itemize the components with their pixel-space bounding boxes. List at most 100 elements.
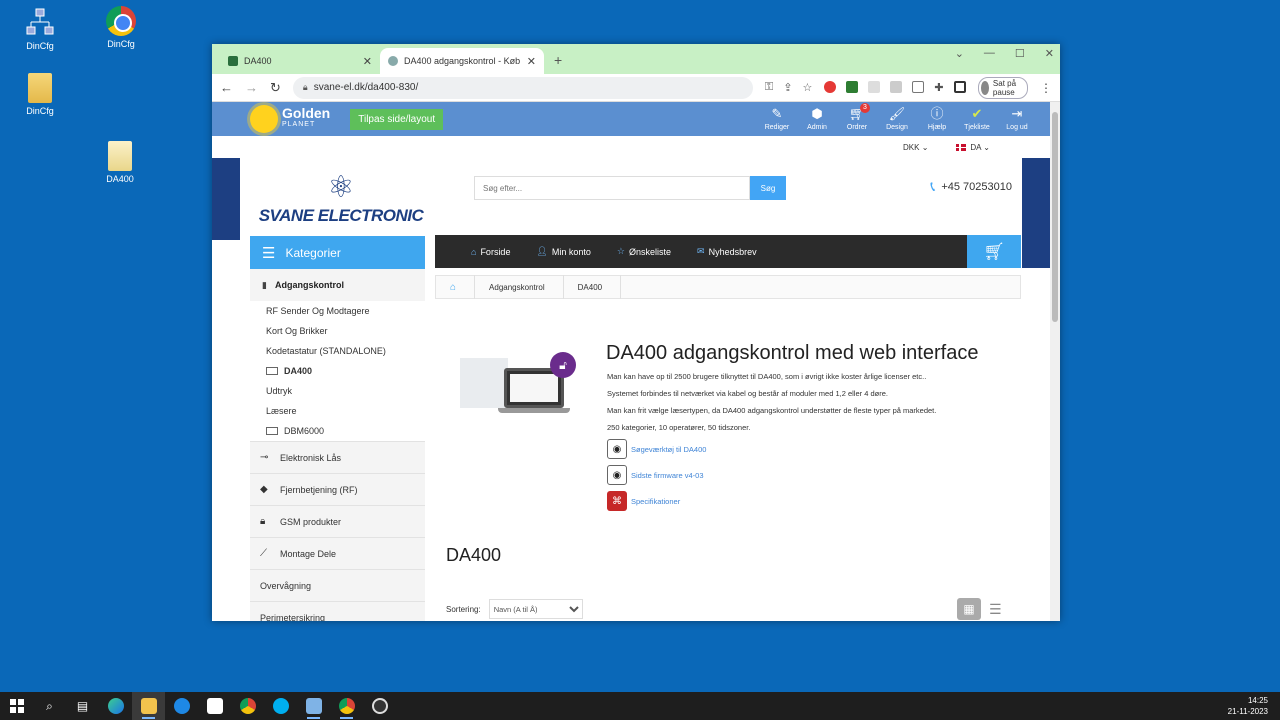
file-icon bbox=[108, 141, 132, 171]
sidepanel-icon[interactable] bbox=[953, 81, 966, 93]
omnibox[interactable]: 🔒︎ svane-el.dk/da400-830/ bbox=[292, 76, 753, 99]
search-icon[interactable]: ⌕ bbox=[33, 692, 66, 720]
category-perimetersikring[interactable]: Perimetersikring bbox=[250, 601, 425, 621]
search-button[interactable]: Søg bbox=[750, 176, 786, 200]
nav-min-konto[interactable]: 👤︎ Min konto bbox=[536, 246, 590, 257]
tab-search-icon[interactable]: ⌄ bbox=[955, 47, 964, 60]
s-extension-icon[interactable] bbox=[846, 81, 859, 93]
download-specifications[interactable]: ⌘ Specifikationer bbox=[607, 491, 680, 511]
admin-tool-design[interactable]: 🖌︎ Design bbox=[884, 104, 910, 131]
category-adgangskontrol[interactable]: ▮ Adgangskontrol bbox=[250, 269, 425, 301]
maximize-icon[interactable]: ☐ bbox=[1015, 47, 1025, 60]
search-input[interactable] bbox=[474, 176, 750, 200]
desktop-icon-da400[interactable]: DA400 bbox=[90, 141, 150, 184]
category-fjernbetjening[interactable]: ◆ Fjernbetjening (RF) bbox=[250, 473, 425, 505]
subcategory-da400[interactable]: DA400 bbox=[250, 361, 425, 381]
cart-button[interactable]: 🛒︎ bbox=[967, 235, 1021, 268]
bookmark-star-icon[interactable]: ☆ bbox=[803, 81, 813, 94]
subcategory-laesere[interactable]: Læsere bbox=[250, 401, 425, 421]
screenshot-extension-icon[interactable] bbox=[890, 81, 903, 93]
scrollbar-thumb[interactable] bbox=[1052, 112, 1058, 322]
system-clock[interactable]: 14:25 21-11-2023 bbox=[1228, 695, 1268, 717]
puzzle-icon[interactable]: ✚ bbox=[934, 81, 943, 94]
chrome-taskbar-icon[interactable] bbox=[231, 692, 264, 720]
app-icon[interactable] bbox=[165, 692, 198, 720]
phone-contact[interactable]: 📞︎ +45 70253010 bbox=[930, 178, 1012, 195]
breadcrumb-item[interactable]: Adgangskontrol bbox=[475, 275, 564, 299]
new-tab-icon[interactable]: + bbox=[554, 52, 562, 68]
language-selector[interactable]: DA ⌄ bbox=[956, 143, 990, 152]
download-firmware[interactable]: ◉ Sidste firmware v4-03 bbox=[607, 465, 704, 485]
cube-icon: ⬢ bbox=[811, 106, 823, 121]
forward-icon[interactable]: → bbox=[245, 80, 258, 95]
lock-icon[interactable]: 🔒︎ bbox=[303, 82, 308, 93]
description-line: Man kan have op til 2500 brugere tilknyt… bbox=[607, 372, 927, 381]
network-config-icon[interactable] bbox=[297, 692, 330, 720]
nav-label: Nyhedsbrev bbox=[708, 246, 757, 257]
device-thumb-icon bbox=[266, 367, 278, 375]
store-icon[interactable] bbox=[198, 692, 231, 720]
reload-icon[interactable]: ↻ bbox=[270, 80, 281, 96]
desktop-icon-dincfg-network[interactable]: DinCfg bbox=[10, 6, 70, 51]
admin-tool-orders[interactable]: 🛒︎ 3 Ordrer bbox=[844, 103, 870, 131]
nav-label: Forside bbox=[480, 246, 511, 257]
breadcrumb-home[interactable]: ⌂ bbox=[436, 275, 476, 299]
download-search-tool[interactable]: ◉ Søgeværktøj til DA400 bbox=[607, 439, 706, 459]
list-view-icon[interactable]: ☰ bbox=[989, 601, 1002, 618]
desktop-icon-dincfg-chrome[interactable]: DinCfg bbox=[91, 6, 151, 49]
category-list: ▮ Adgangskontrol RF Sender Og Modtagere … bbox=[250, 269, 425, 621]
admin-tool-edit[interactable]: ✎ Rediger bbox=[764, 104, 790, 131]
close-tab-icon[interactable]: ✕ bbox=[363, 55, 372, 68]
subcategory-kodetastatur[interactable]: Kodetastatur (STANDALONE) bbox=[250, 341, 425, 361]
subcategory-udtryk[interactable]: Udtryk bbox=[250, 381, 425, 401]
grid-view-icon[interactable]: ▦ bbox=[957, 598, 981, 620]
category-label: Perimetersikring bbox=[260, 612, 326, 622]
task-view-icon[interactable]: ▤ bbox=[66, 692, 99, 720]
category-overvaagning[interactable]: Overvågning bbox=[250, 569, 425, 601]
golden-planet-logo[interactable]: Golden PLANET bbox=[250, 105, 330, 133]
start-icon[interactable] bbox=[0, 692, 33, 720]
subcategory-kort[interactable]: Kort Og Brikker bbox=[250, 321, 425, 341]
page-extension-icon[interactable] bbox=[912, 81, 925, 93]
currency-selector[interactable]: DKK ⌄ bbox=[903, 143, 928, 152]
subcategory-label: Kodetastatur (STANDALONE) bbox=[266, 346, 386, 356]
close-window-icon[interactable]: ✕ bbox=[1045, 47, 1054, 60]
file-explorer-icon[interactable] bbox=[132, 692, 165, 720]
svane-logo[interactable]: ⚛ SVANE ELECTRONIC bbox=[256, 170, 426, 226]
obs-icon[interactable] bbox=[363, 692, 396, 720]
desktop-icon-dincfg-zip[interactable]: DinCfg bbox=[10, 73, 70, 116]
admin-tool-logout[interactable]: ⇥ Log ud bbox=[1004, 104, 1030, 131]
chrome-profile-icon[interactable] bbox=[330, 692, 363, 720]
back-icon[interactable]: ← bbox=[220, 80, 233, 95]
breadcrumb: ⌂ Adgangskontrol DA400 bbox=[435, 275, 1021, 299]
adblock-extension-icon[interactable] bbox=[824, 81, 837, 93]
admin-tool-help[interactable]: ⓘ Hjælp bbox=[924, 104, 950, 131]
category-gsm[interactable]: 🔒︎ GSM produkter bbox=[250, 505, 425, 537]
photo-extension-icon[interactable] bbox=[868, 81, 881, 93]
product-list-title: DA400 bbox=[446, 545, 502, 565]
category-elektronisk-laas[interactable]: ⊸ Elektronisk Lås bbox=[250, 441, 425, 473]
admin-tool-checklist[interactable]: ✔ Tjekliste bbox=[964, 104, 990, 131]
tab-da400[interactable]: DA400 ✕ bbox=[220, 48, 380, 74]
share-icon[interactable]: ⇪ bbox=[783, 81, 792, 94]
subcategory-dbm6000[interactable]: DBM6000 bbox=[250, 421, 425, 441]
nav-oenskeliste[interactable]: ☆ Ønskeliste bbox=[617, 246, 671, 257]
tab-da400-product[interactable]: DA400 adgangskontrol - Køb si... ✕ bbox=[380, 48, 544, 74]
subcategory-rf[interactable]: RF Sender Og Modtagere bbox=[250, 301, 425, 321]
page-scrollbar[interactable] bbox=[1050, 102, 1060, 621]
sort-select[interactable]: Navn (A til Å) bbox=[488, 599, 583, 619]
skype-icon[interactable] bbox=[264, 692, 297, 720]
customize-layout-button[interactable]: Tilpas side/layout bbox=[350, 108, 444, 130]
minimize-icon[interactable]: — bbox=[984, 47, 995, 60]
edge-icon[interactable] bbox=[99, 692, 132, 720]
profile-button[interactable]: Sat på pause bbox=[977, 76, 1028, 99]
close-tab-icon[interactable]: ✕ bbox=[527, 55, 536, 68]
nav-forside[interactable]: ⌂ Forside bbox=[471, 247, 510, 257]
categories-header[interactable]: ☰ Kategorier bbox=[250, 236, 425, 269]
key-icon[interactable]: ⚿ bbox=[765, 81, 773, 94]
category-montage[interactable]: ⟋ Montage Dele bbox=[250, 537, 425, 569]
nav-nyhedsbrev[interactable]: ✉ Nyhedsbrev bbox=[697, 246, 757, 257]
admin-tool-admin[interactable]: ⬢ Admin bbox=[804, 104, 830, 131]
breadcrumb-item[interactable]: DA400 bbox=[564, 275, 622, 299]
browser-menu-icon[interactable]: ⋮ bbox=[1040, 81, 1052, 95]
